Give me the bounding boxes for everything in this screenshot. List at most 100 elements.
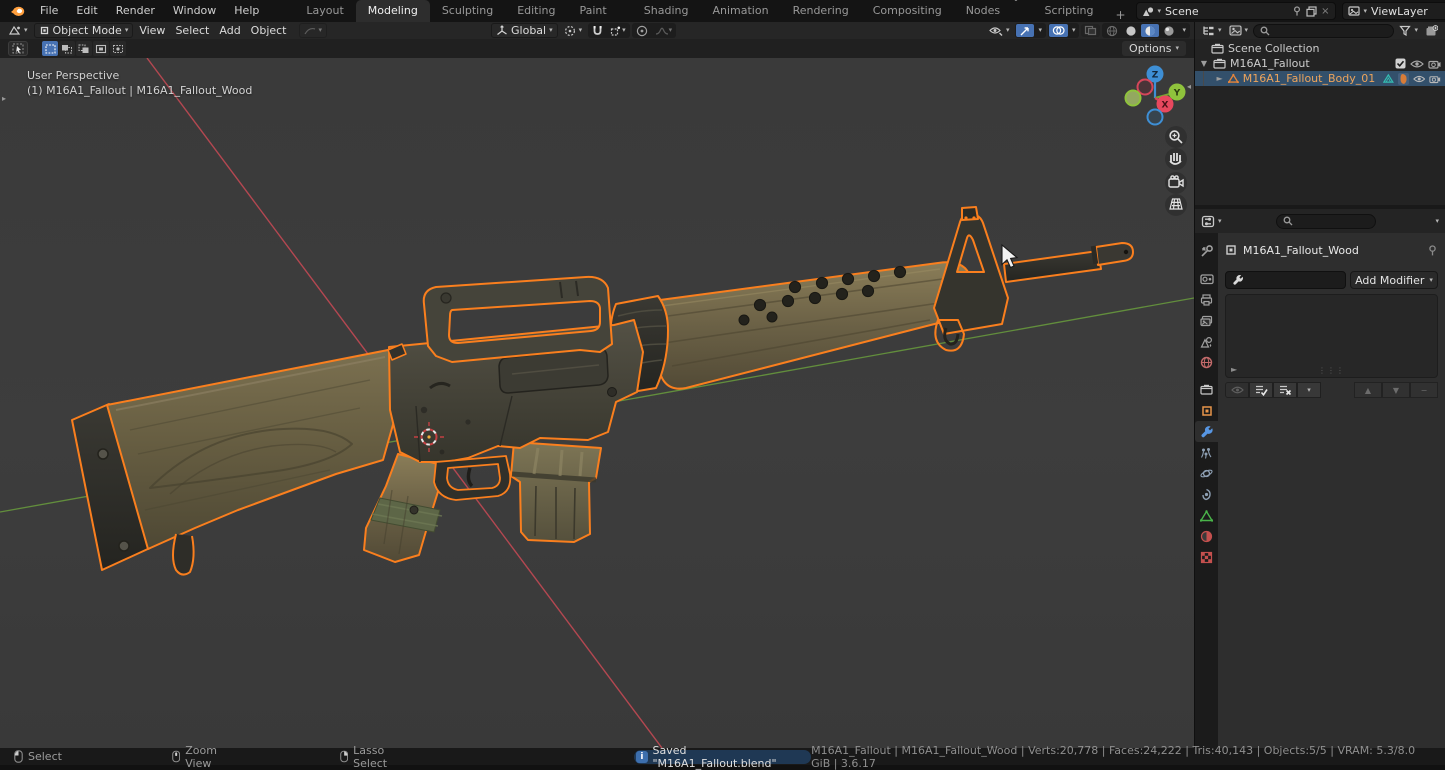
shading-settings-dropdown[interactable]: ▾ (1179, 24, 1189, 37)
modifier-search-field[interactable] (1225, 271, 1346, 289)
delete-all-modifiers-button[interactable] (1273, 382, 1297, 398)
tab-rendering[interactable]: Rendering (781, 0, 861, 22)
active-tool-select-box[interactable] (8, 41, 28, 56)
snap-settings-dropdown[interactable]: ▾ (607, 24, 629, 37)
add-workspace-button[interactable]: + (1105, 8, 1135, 22)
object-visibility-dropdown[interactable]: ▾ (985, 23, 1014, 38)
gizmo-axis-x-negative[interactable] (1138, 80, 1153, 95)
outliner-search[interactable] (1253, 24, 1394, 38)
menu-render[interactable]: Render (107, 0, 164, 22)
tab-collection[interactable] (1195, 379, 1218, 400)
properties-search[interactable] (1276, 214, 1376, 229)
tool-options-dropdown[interactable]: Options ▾ (1122, 41, 1186, 56)
tab-particles[interactable] (1195, 442, 1218, 463)
outliner-row-scene-collection[interactable]: Scene Collection (1195, 41, 1445, 56)
select-mode-invert[interactable] (93, 41, 109, 56)
editor-type-button[interactable]: ▾ (4, 23, 32, 38)
modifier-list-resize-grip[interactable]: ⋮⋮⋮ (1318, 366, 1345, 375)
rifle-model[interactable] (72, 207, 1133, 575)
tab-scene[interactable] (1195, 331, 1218, 352)
tab-material[interactable] (1195, 526, 1218, 547)
tab-texture-paint[interactable]: Texture Paint (568, 0, 632, 22)
properties-editor-type-button[interactable]: ▾ (1201, 214, 1222, 229)
pin-icon[interactable] (1292, 6, 1302, 16)
tab-constraints[interactable] (1195, 484, 1218, 505)
blender-logo[interactable] (0, 5, 31, 17)
tab-physics[interactable] (1195, 463, 1218, 484)
toggle-visibility-button[interactable] (1225, 382, 1249, 398)
tab-texture[interactable] (1195, 547, 1218, 568)
select-mode-subtract[interactable] (76, 41, 92, 56)
move-modifier-up-button[interactable]: ▲ (1354, 382, 1382, 398)
select-mode-set[interactable] (42, 41, 58, 56)
tab-animation[interactable]: Animation (700, 0, 780, 22)
menu-add[interactable]: Add (215, 23, 244, 38)
modifier-stack-list[interactable]: ► ⋮⋮⋮ (1225, 294, 1438, 378)
active-tool-fallback[interactable]: ▾ (299, 23, 328, 38)
tab-view-layer[interactable] (1195, 310, 1218, 331)
exclude-checkbox[interactable] (1395, 58, 1406, 69)
zoom-button[interactable] (1165, 126, 1187, 148)
outliner-row-object[interactable]: ► M16A1_Fallout_Body_01 (1195, 71, 1445, 86)
menu-help[interactable]: Help (225, 0, 268, 22)
tab-output[interactable] (1195, 289, 1218, 310)
mesh-data-icon[interactable] (1383, 73, 1394, 84)
collection-expand-arrow[interactable]: ▼ (1199, 59, 1209, 68)
gizmo-axis-y-negative[interactable] (1126, 91, 1141, 106)
shading-material-preview-button[interactable] (1141, 24, 1159, 37)
outliner-filter-dropdown[interactable]: ▾ (1397, 23, 1420, 38)
menu-file[interactable]: File (31, 0, 67, 22)
snap-toggle[interactable] (589, 24, 606, 37)
new-collection-button[interactable] (1423, 23, 1440, 38)
tab-object-data[interactable] (1195, 505, 1218, 526)
tab-object[interactable] (1195, 400, 1218, 421)
sidebar-expand-arrow[interactable]: ◂ (1187, 82, 1191, 91)
outliner-editor-type-button[interactable]: ▾ (1200, 23, 1224, 38)
tab-render[interactable] (1195, 268, 1218, 289)
modifier-list-expand-arrow[interactable]: ► (1231, 365, 1237, 374)
tab-layout[interactable]: Layout (294, 0, 355, 22)
tab-scripting[interactable]: Scripting (1033, 0, 1106, 22)
outliner-display-mode-dropdown[interactable]: ▾ (1227, 23, 1251, 38)
select-mode-intersect[interactable] (110, 41, 126, 56)
tab-sculpting[interactable]: Sculpting (430, 0, 505, 22)
tab-shading[interactable]: Shading (632, 0, 701, 22)
viewlayer-selector[interactable]: ▾ ViewLayer × (1342, 2, 1445, 20)
menu-window[interactable]: Window (164, 0, 225, 22)
hide-eye-icon[interactable] (1413, 74, 1425, 84)
menu-select[interactable]: Select (171, 23, 213, 38)
pivot-point-dropdown[interactable]: ▾ (560, 23, 587, 38)
tab-uv-editing[interactable]: UV Editing (505, 0, 567, 22)
tab-compositing[interactable]: Compositing (861, 0, 954, 22)
select-mode-extend[interactable] (59, 41, 75, 56)
disable-render-camera-icon[interactable] (1428, 59, 1441, 69)
tab-modifiers[interactable] (1195, 421, 1218, 442)
object-expand-arrow[interactable]: ► (1215, 74, 1224, 83)
toolbar-expand-arrow[interactable]: ▸ (2, 94, 6, 103)
tab-geometry-nodes[interactable]: Geometry Nodes (954, 0, 1033, 22)
outliner-row-collection[interactable]: ▼ M16A1_Fallout (1195, 56, 1445, 71)
gizmo-axis-z-negative[interactable] (1148, 110, 1163, 125)
show-overlays-toggle[interactable] (1049, 24, 1068, 37)
tab-world[interactable] (1195, 352, 1218, 373)
xray-toggle[interactable] (1081, 24, 1100, 37)
new-scene-icon[interactable] (1306, 6, 1317, 17)
overlays-settings-dropdown[interactable]: ▾ (1069, 24, 1079, 37)
move-modifier-down-button[interactable]: ▼ (1382, 382, 1410, 398)
pin-icon[interactable] (1427, 245, 1438, 256)
3d-viewport[interactable]: Z Y X (0, 58, 1194, 748)
shading-rendered-button[interactable] (1160, 24, 1178, 37)
modifier-extras-dropdown[interactable]: ▾ (1297, 382, 1321, 398)
properties-options-dropdown[interactable]: ▾ (1435, 218, 1439, 225)
menu-object[interactable]: Object (247, 23, 291, 38)
add-modifier-dropdown[interactable]: Add Modifier ▾ (1350, 271, 1438, 289)
mode-dropdown[interactable]: Object Mode ▾ (34, 23, 134, 38)
tab-tool[interactable] (1195, 241, 1218, 262)
remove-modifier-button[interactable]: − (1410, 382, 1438, 398)
unlink-scene-button[interactable]: × (1321, 6, 1329, 17)
shading-wireframe-button[interactable] (1103, 24, 1121, 37)
proportional-editing-toggle[interactable] (633, 24, 651, 37)
material-slot[interactable] (1398, 73, 1409, 85)
disable-render-camera-icon[interactable] (1429, 74, 1441, 84)
tab-modeling[interactable]: Modeling (356, 0, 430, 22)
